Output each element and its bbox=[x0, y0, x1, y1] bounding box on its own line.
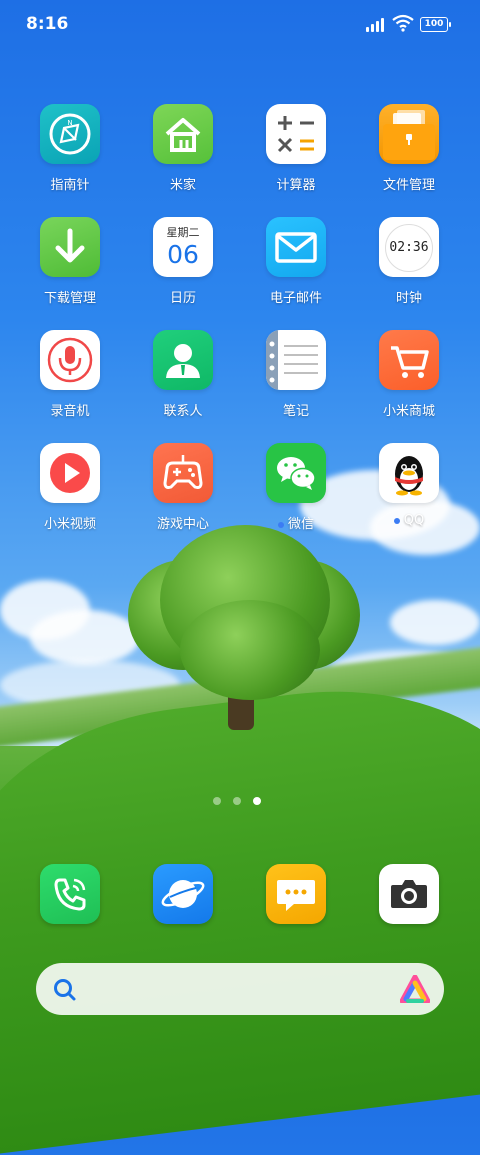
calendar-weekday: 星期二 bbox=[166, 226, 200, 239]
app-compass[interactable]: N 指南针 bbox=[20, 104, 120, 193]
notification-dot bbox=[277, 521, 284, 528]
wifi-icon bbox=[392, 14, 414, 32]
page-indicator[interactable] bbox=[213, 797, 261, 805]
video-play-icon bbox=[40, 443, 100, 503]
app-label: 文件管理 bbox=[382, 178, 435, 193]
browser-planet-icon bbox=[161, 880, 205, 908]
app-label: 电子邮件 bbox=[269, 291, 322, 306]
app-file-manager[interactable]: 文件管理 bbox=[359, 104, 459, 193]
camera-icon bbox=[391, 880, 427, 908]
page-dot[interactable] bbox=[233, 797, 241, 805]
shopping-cart-icon bbox=[379, 330, 439, 390]
app-label: 笔记 bbox=[282, 404, 309, 419]
app-label-text: 微信 bbox=[287, 517, 314, 532]
notes-icon bbox=[266, 330, 326, 390]
ai-assistant-icon[interactable] bbox=[400, 975, 430, 1003]
calculator-icon bbox=[266, 104, 326, 164]
status-time: 8:16 bbox=[26, 14, 69, 34]
dock-camera[interactable] bbox=[379, 864, 439, 924]
file-manager-icon bbox=[379, 104, 439, 164]
app-label: 下载管理 bbox=[43, 291, 96, 306]
app-clock[interactable]: 02:36 时钟 bbox=[359, 217, 459, 306]
clock-time: 02:36 bbox=[385, 224, 433, 272]
dock-browser[interactable] bbox=[153, 864, 213, 924]
app-label: 计算器 bbox=[276, 178, 316, 193]
page-dot-active[interactable] bbox=[253, 797, 261, 805]
app-label: 时钟 bbox=[395, 291, 422, 306]
mi-home-icon bbox=[153, 104, 213, 164]
app-label: 日历 bbox=[169, 291, 196, 306]
app-label: 小米商城 bbox=[382, 404, 435, 419]
search-bar[interactable] bbox=[36, 963, 444, 1015]
page-dot[interactable] bbox=[213, 797, 221, 805]
status-bar: 8:16 100 bbox=[0, 0, 480, 50]
app-calendar[interactable]: 星期二 06 日历 bbox=[133, 217, 233, 306]
download-icon bbox=[40, 217, 100, 277]
dock-phone[interactable] bbox=[40, 864, 100, 924]
app-qq[interactable]: QQ bbox=[359, 443, 459, 528]
gamepad-icon bbox=[153, 443, 213, 503]
phone-icon bbox=[54, 878, 86, 911]
app-recorder[interactable]: 录音机 bbox=[20, 330, 120, 419]
message-icon bbox=[277, 880, 315, 911]
contact-icon bbox=[153, 330, 213, 390]
app-label: 游戏中心 bbox=[156, 517, 209, 532]
app-download-manager[interactable]: 下载管理 bbox=[20, 217, 120, 306]
app-label: 指南针 bbox=[50, 178, 90, 193]
app-wechat[interactable]: 微信 bbox=[246, 443, 346, 532]
clock-icon: 02:36 bbox=[379, 217, 439, 277]
app-label: 米家 bbox=[169, 178, 196, 193]
app-calculator[interactable]: 计算器 bbox=[246, 104, 346, 193]
wechat-icon bbox=[266, 443, 326, 503]
qq-penguin-icon bbox=[379, 443, 439, 503]
app-mi-home[interactable]: 米家 bbox=[133, 104, 233, 193]
app-label: QQ bbox=[359, 513, 459, 528]
mail-icon bbox=[266, 217, 326, 277]
app-game-center[interactable]: 游戏中心 bbox=[133, 443, 233, 532]
app-mi-video[interactable]: 小米视频 bbox=[20, 443, 120, 532]
app-label: 微信 bbox=[246, 513, 346, 532]
app-label: 录音机 bbox=[50, 404, 90, 419]
calendar-day: 06 bbox=[167, 240, 199, 269]
dock-messages[interactable] bbox=[266, 864, 326, 924]
app-contacts[interactable]: 联系人 bbox=[133, 330, 233, 419]
app-notes[interactable]: 笔记 bbox=[246, 330, 346, 419]
app-label-text: QQ bbox=[403, 513, 425, 528]
app-label: 小米视频 bbox=[43, 517, 96, 532]
microphone-icon bbox=[40, 330, 100, 390]
cellular-signal-icon bbox=[366, 18, 384, 32]
battery-indicator: 100 bbox=[420, 17, 451, 32]
calendar-icon: 星期二 06 bbox=[153, 217, 213, 277]
svg-text:N: N bbox=[67, 119, 72, 127]
search-icon[interactable] bbox=[52, 977, 78, 1003]
app-label: 联系人 bbox=[163, 404, 203, 419]
app-email[interactable]: 电子邮件 bbox=[246, 217, 346, 306]
compass-icon: N bbox=[40, 104, 100, 164]
notification-dot bbox=[393, 517, 400, 524]
app-mi-store[interactable]: 小米商城 bbox=[359, 330, 459, 419]
